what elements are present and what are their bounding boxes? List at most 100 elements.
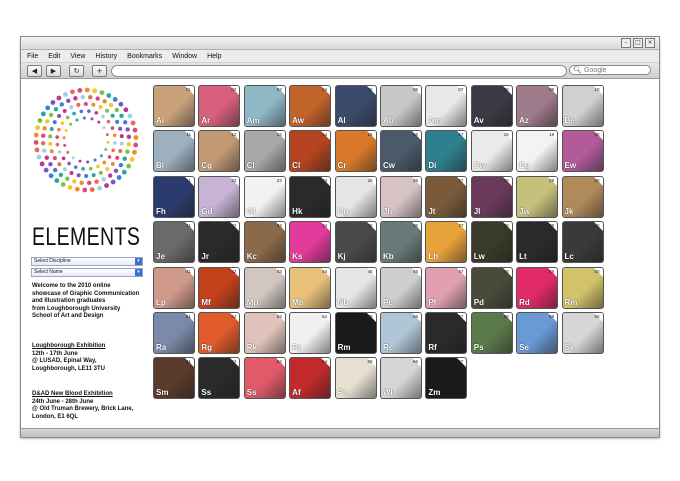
element-tile[interactable]: 17 Di — [425, 130, 468, 173]
element-tile[interactable]: 30 Jk — [561, 175, 604, 218]
menu-help[interactable]: Help — [207, 53, 221, 60]
exhibition-2-title[interactable]: D&AD New Blood Exhibition — [32, 391, 133, 399]
element-tile[interactable]: 65 Pn — [334, 357, 377, 400]
element-tile[interactable]: 28 Jl — [470, 175, 513, 218]
element-tile[interactable]: 66 Wl — [379, 357, 422, 400]
element-tile[interactable]: 19 Eg — [516, 130, 559, 173]
element-tile[interactable]: 32 Jr — [198, 221, 241, 264]
element-tile[interactable]: 02 Ar — [198, 85, 241, 127]
element-tile[interactable]: 47 Pf — [425, 266, 468, 309]
element-tile[interactable]: 04 Aw — [289, 85, 332, 127]
element-tile[interactable]: 05 Al — [334, 85, 377, 127]
logo-dot — [110, 126, 115, 130]
element-tile[interactable]: 54 Rt — [289, 311, 332, 354]
element-tile[interactable]: 49 Rd — [516, 266, 559, 309]
exhibition-1-title[interactable]: Loughborough Exhibition — [32, 343, 105, 351]
element-tile[interactable]: 03 Am — [243, 85, 286, 127]
discipline-select[interactable]: Select Discipline ▾ — [31, 257, 143, 266]
element-tile[interactable]: 57 Rf — [425, 311, 468, 354]
element-tile[interactable]: 08 Av — [470, 85, 513, 127]
element-tile[interactable]: 15 Cr — [334, 130, 377, 173]
logo-dot — [61, 156, 66, 161]
element-tile[interactable]: 40 Lc — [561, 221, 604, 264]
element-tile[interactable]: 31 Je — [153, 221, 195, 264]
element-tile[interactable]: 16 Cw — [379, 130, 422, 173]
element-tile[interactable]: 37 Lh — [425, 221, 468, 264]
logo-dot — [67, 161, 71, 166]
element-tile[interactable]: 56 Rc — [379, 311, 422, 354]
element-tile[interactable]: 01 Ai — [153, 85, 195, 127]
element-tile[interactable]: 61 Sm — [153, 357, 195, 400]
minimize-icon[interactable]: – — [621, 38, 631, 48]
element-tile[interactable]: 59 Se — [516, 311, 559, 354]
menu-bookmarks[interactable]: Bookmarks — [127, 53, 162, 60]
element-tile[interactable]: 55 Rm — [334, 311, 377, 354]
tile-symbol: Jl — [473, 206, 481, 216]
element-tile[interactable]: 11 Bl — [153, 130, 195, 173]
element-tile[interactable]: 21 Fh — [153, 175, 195, 218]
element-tile[interactable]: 35 Kj — [334, 221, 377, 264]
logo-dot — [84, 87, 90, 93]
element-tile[interactable]: 62 Ss — [198, 357, 241, 400]
tile-symbol: Rg — [201, 342, 213, 352]
element-tile[interactable]: 10 Be — [561, 85, 604, 127]
element-tile[interactable]: 23 Gf — [243, 175, 286, 218]
menu-edit[interactable]: Edit — [48, 53, 60, 60]
tile-number: 38 — [503, 223, 509, 229]
element-tile[interactable]: 07 Am — [425, 85, 468, 127]
element-tile[interactable]: 52 Rg — [198, 311, 241, 354]
tile-number: 48 — [503, 268, 509, 274]
menu-view[interactable]: View — [70, 53, 85, 60]
logo-dot — [123, 107, 129, 113]
element-tile[interactable]: 38 Lw — [470, 221, 513, 264]
element-tile[interactable]: 25 Hg — [334, 175, 377, 218]
element-tile[interactable]: 53 Rk — [243, 311, 286, 354]
element-tile[interactable]: 42 Mf — [198, 266, 241, 309]
element-tile[interactable]: 36 Kb — [379, 221, 422, 264]
name-select[interactable]: Select Name ▾ — [31, 268, 143, 277]
new-tab-button[interactable]: + — [92, 64, 107, 77]
element-tile[interactable]: 41 Lp — [153, 266, 195, 309]
element-tile[interactable]: 26 Jh — [379, 175, 422, 218]
element-tile[interactable]: 20 Ew — [561, 130, 604, 173]
element-tile[interactable]: 29 Jw — [516, 175, 559, 218]
logo-dot — [119, 141, 124, 146]
element-tile[interactable]: 50 Rm — [561, 266, 604, 309]
element-tile[interactable]: 06 Ab — [379, 85, 422, 127]
element-tile[interactable]: 34 Ks — [289, 221, 332, 264]
element-tile[interactable]: 14 Cl — [289, 130, 332, 173]
element-tile[interactable]: 24 Hk — [289, 175, 332, 218]
maximize-icon[interactable]: □ — [633, 38, 643, 48]
element-tile[interactable]: 64 Af — [289, 357, 332, 400]
menu-window[interactable]: Window — [172, 53, 197, 60]
element-tile[interactable]: 44 Mb — [289, 266, 332, 309]
tile-number: 26 — [412, 177, 418, 183]
back-button[interactable]: ◀ — [27, 64, 42, 77]
forward-button[interactable]: ▶ — [46, 64, 61, 77]
element-tile[interactable]: 45 Nb — [334, 266, 377, 309]
element-tile[interactable]: 33 Kc — [243, 221, 286, 264]
close-icon[interactable]: × — [645, 38, 655, 48]
element-tile[interactable]: 43 Mp — [243, 266, 286, 309]
element-tile[interactable]: 13 Cl — [243, 130, 286, 173]
element-tile[interactable]: 46 Pc — [379, 266, 422, 309]
reload-button[interactable]: ↻ — [69, 64, 84, 77]
element-tile[interactable]: 67 Zm — [425, 357, 468, 400]
element-tile[interactable]: 48 Pd — [470, 266, 513, 309]
element-tile[interactable]: 58 Ps — [470, 311, 513, 354]
element-tile[interactable]: 39 Lt — [516, 221, 559, 264]
element-tile[interactable]: 60 Sk — [561, 311, 604, 354]
element-tile[interactable]: 27 Jt — [425, 175, 468, 218]
tile-number: 17 — [458, 132, 464, 138]
menu-history[interactable]: History — [95, 53, 117, 60]
search-field[interactable]: 🔍︎ Google — [569, 65, 651, 75]
element-tile[interactable]: 63 Ss — [243, 357, 286, 400]
element-tile[interactable]: 09 Az — [516, 85, 559, 127]
element-tile[interactable]: 18 Dw — [470, 130, 513, 173]
element-tile[interactable]: 12 Cg — [198, 130, 241, 173]
address-bar[interactable] — [111, 65, 567, 77]
element-tile[interactable]: 22 Gd — [198, 175, 241, 218]
element-tile[interactable]: 51 Ra — [153, 311, 195, 354]
logo-dot — [33, 140, 39, 145]
menu-file[interactable]: File — [27, 53, 38, 60]
